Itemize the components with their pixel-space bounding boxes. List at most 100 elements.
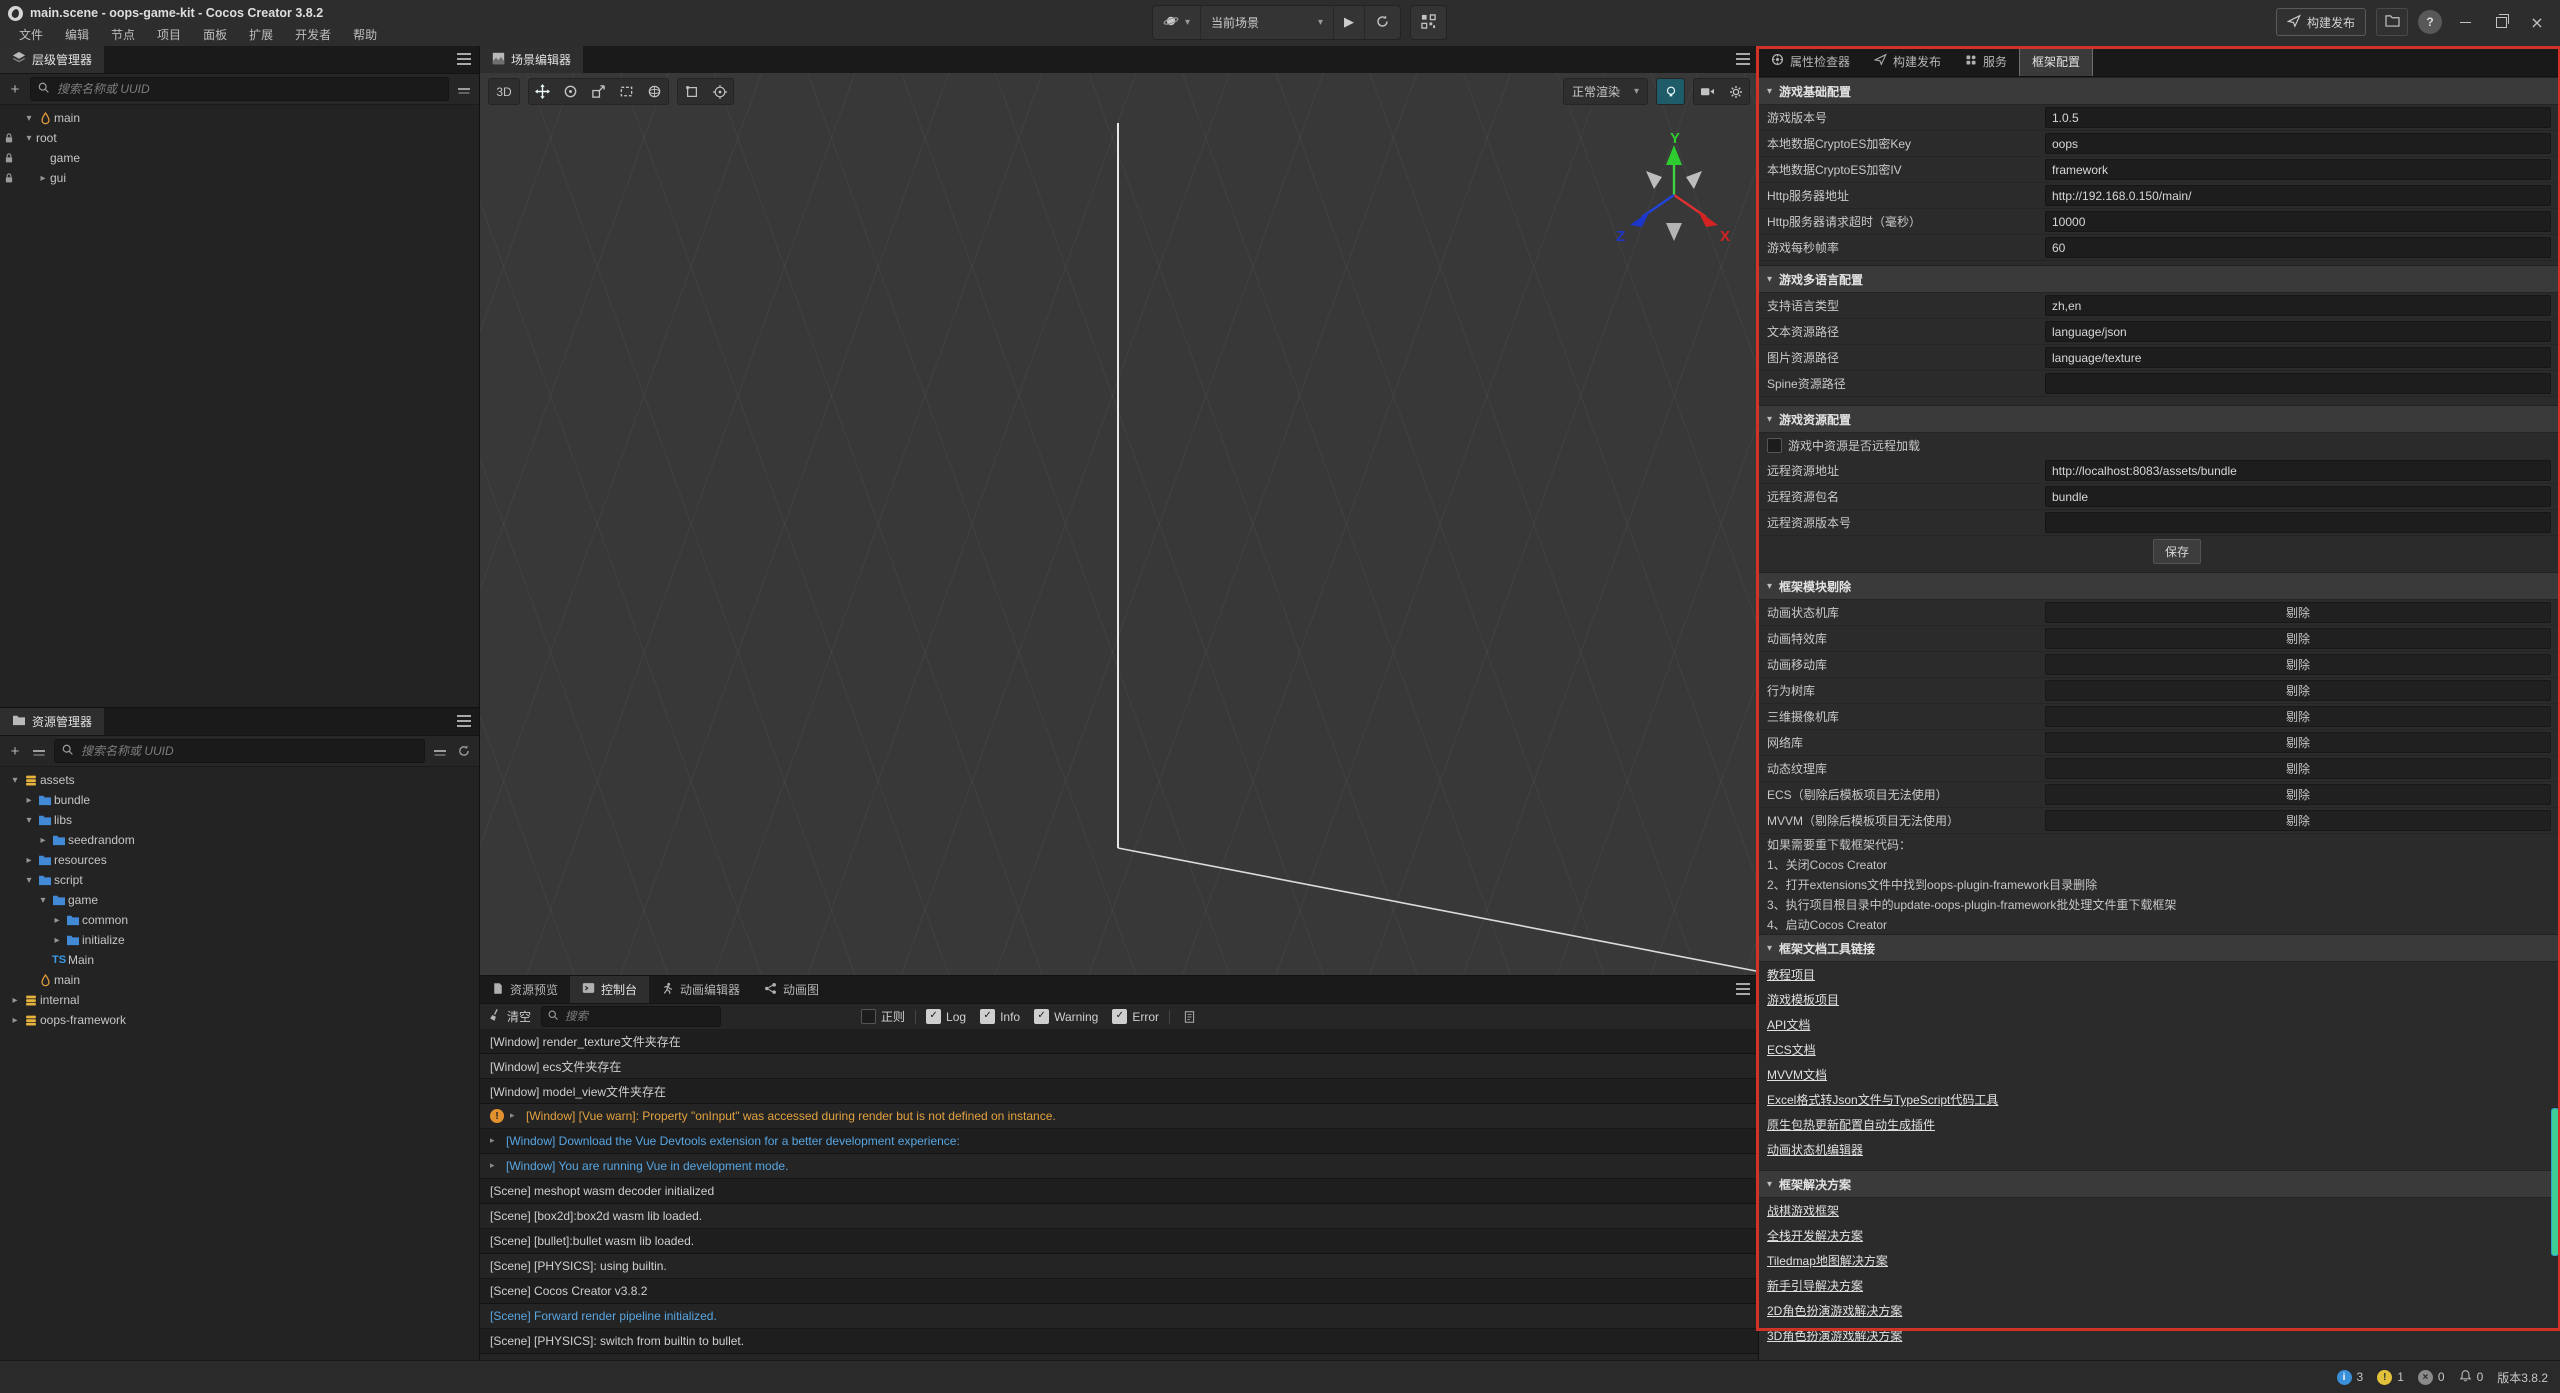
snap-button[interactable] (706, 79, 733, 104)
pivot-button[interactable] (678, 79, 705, 104)
field-input[interactable] (2045, 295, 2551, 316)
build-publish-button[interactable]: 构建发布 (2276, 8, 2366, 36)
field-input[interactable] (2045, 107, 2551, 128)
panel-menu-icon[interactable] (1736, 983, 1750, 985)
field-input[interactable] (2045, 211, 2551, 232)
chevron-down-icon[interactable]: ▾ (22, 113, 36, 124)
chevron-right-icon[interactable]: ▸ (50, 935, 64, 946)
menu-5[interactable]: 面板 (192, 24, 238, 45)
chevron-right-icon[interactable]: ▸ (36, 835, 50, 846)
axis-gizmo[interactable]: Y X Z (1608, 131, 1740, 263)
tab-控制台[interactable]: 控制台 (570, 976, 649, 1003)
tree-item-common[interactable]: ▸common (0, 910, 479, 930)
log-row[interactable]: [Window] model_view文件夹存在 (480, 1079, 1758, 1104)
save-button[interactable]: 保存 (2153, 539, 2201, 564)
log-row[interactable]: ▸[Window] You are running Vue in develop… (480, 1154, 1758, 1179)
console-searchbox[interactable] (541, 1006, 721, 1027)
remove-module-button[interactable]: 剔除 (2045, 680, 2551, 701)
panel-menu-icon[interactable] (457, 715, 471, 717)
expand-icon[interactable]: ▸ (490, 1136, 500, 1146)
menu-7[interactable]: 开发者 (284, 24, 342, 45)
move-tool-button[interactable] (529, 79, 556, 104)
tab-构建发布[interactable]: 构建发布 (1862, 46, 1953, 76)
log-row[interactable]: [Window] render_texture文件夹存在 (480, 1029, 1758, 1054)
tab-框架配置[interactable]: 框架配置 (2019, 46, 2093, 76)
tree-item-main[interactable]: main (0, 970, 479, 990)
remove-module-button[interactable]: 剔除 (2045, 602, 2551, 623)
solution-link[interactable]: 2D角色扮演游戏解决方案 (1767, 1302, 1902, 1319)
log-row[interactable]: [Window] ecs文件夹存在 (480, 1054, 1758, 1079)
field-input[interactable] (2045, 133, 2551, 154)
log-file-icon[interactable] (1180, 1010, 1198, 1024)
tab-动画编辑器[interactable]: 动画编辑器 (649, 976, 752, 1003)
menu-3[interactable]: 节点 (100, 24, 146, 45)
status-warning-count[interactable]: ! 1 (2377, 1370, 2404, 1385)
field-input[interactable] (2045, 347, 2551, 368)
doc-link[interactable]: ECS文档 (1767, 1041, 1816, 1058)
chevron-right-icon[interactable]: ▸ (8, 1015, 22, 1026)
menu-6[interactable]: 扩展 (238, 24, 284, 45)
chevron-down-icon[interactable]: ▾ (8, 775, 22, 786)
tree-item-internal[interactable]: ▸internal (0, 990, 479, 1010)
filter-icon[interactable] (455, 88, 473, 90)
field-input[interactable] (2045, 373, 2551, 394)
expand-icon[interactable]: ▸ (510, 1111, 520, 1121)
panel-menu-icon[interactable] (1736, 53, 1750, 55)
section-header[interactable]: ▾框架解决方案 (1759, 1170, 2560, 1198)
open-folder-button[interactable] (2376, 8, 2408, 36)
tab-assets[interactable]: 资源管理器 (0, 708, 104, 735)
log-row[interactable]: [Scene] [box2d]:box2d wasm lib loaded. (480, 1204, 1758, 1229)
console-search-input[interactable] (563, 1010, 715, 1024)
tree-item-gui[interactable]: ▸gui (0, 168, 479, 188)
field-input[interactable] (2045, 237, 2551, 258)
chevron-right-icon[interactable]: ▸ (50, 915, 64, 926)
remove-module-button[interactable]: 剔除 (2045, 784, 2551, 805)
chevron-right-icon[interactable]: ▸ (22, 795, 36, 806)
section-header[interactable]: ▾游戏资源配置 (1759, 405, 2560, 433)
play-button[interactable]: ▶ (1334, 6, 1365, 39)
status-error-count[interactable]: × 0 (2418, 1370, 2445, 1385)
add-asset-button[interactable]: + (6, 743, 24, 760)
scene-viewport[interactable]: Y X Z (480, 73, 1758, 975)
solution-link[interactable]: 全栈开发解决方案 (1767, 1227, 1863, 1244)
chevron-right-icon[interactable]: ▸ (8, 995, 22, 1006)
hierarchy-searchbox[interactable] (30, 77, 449, 101)
tree-item-root[interactable]: ▾root (0, 128, 479, 148)
scrollbar-thumb[interactable] (2551, 1108, 2559, 1256)
rect-tool-button[interactable] (613, 79, 640, 104)
tab-资源预览[interactable]: 资源预览 (480, 976, 570, 1003)
doc-link[interactable]: 教程项目 (1767, 966, 1815, 983)
restore-button[interactable] (2488, 9, 2514, 35)
add-node-button[interactable]: + (6, 81, 24, 98)
tree-item-initialize[interactable]: ▸initialize (0, 930, 479, 950)
platform-select-button[interactable]: ▾ (1153, 6, 1201, 39)
status-notifications[interactable]: 0 (2459, 1369, 2484, 1386)
doc-link[interactable]: Excel格式转Json文件与TypeScript代码工具 (1767, 1091, 1998, 1108)
remove-module-button[interactable]: 剔除 (2045, 810, 2551, 831)
chevron-down-icon[interactable]: ▾ (36, 895, 50, 906)
remote-load-checkbox-row[interactable]: 游戏中资源是否远程加载 (1759, 433, 2560, 458)
log-row[interactable]: [Scene] [PHYSICS]: switch from builtin t… (480, 1329, 1758, 1354)
tab-scene-editor[interactable]: 场景编辑器 (480, 46, 583, 73)
status-info-count[interactable]: i 3 (2337, 1370, 2364, 1385)
render-mode-dropdown[interactable]: 正常渲染 ▾ (1563, 78, 1648, 105)
section-header[interactable]: ▾游戏基础配置 (1759, 77, 2560, 105)
chevron-down-icon[interactable]: ▾ (22, 133, 36, 144)
section-header[interactable]: ▾框架模块剔除 (1759, 572, 2560, 600)
field-input[interactable] (2045, 159, 2551, 180)
filter-warning[interactable]: ✓Warning (1034, 1009, 1098, 1024)
tree-item-seedrandom[interactable]: ▸seedrandom (0, 830, 479, 850)
tree-item-script[interactable]: ▾script (0, 870, 479, 890)
sort-icon[interactable] (30, 750, 48, 752)
doc-link[interactable]: 原生包热更新配置自动生成插件 (1767, 1116, 1935, 1133)
scale-tool-button[interactable] (585, 79, 612, 104)
expand-icon[interactable]: ▸ (490, 1161, 500, 1171)
regex-checkbox[interactable]: 正则 (861, 1008, 905, 1025)
log-row[interactable]: [Scene] Cocos Creator v3.8.2 (480, 1279, 1758, 1304)
section-header[interactable]: ▾框架文档工具链接 (1759, 934, 2560, 962)
menu-2[interactable]: 编辑 (54, 24, 100, 45)
scene-selector-dropdown[interactable]: 当前场景 ▾ (1201, 6, 1334, 39)
chevron-right-icon[interactable]: ▸ (22, 855, 36, 866)
log-row[interactable]: [Scene] meshopt wasm decoder initialized (480, 1179, 1758, 1204)
hierarchy-search-input[interactable] (55, 81, 442, 97)
